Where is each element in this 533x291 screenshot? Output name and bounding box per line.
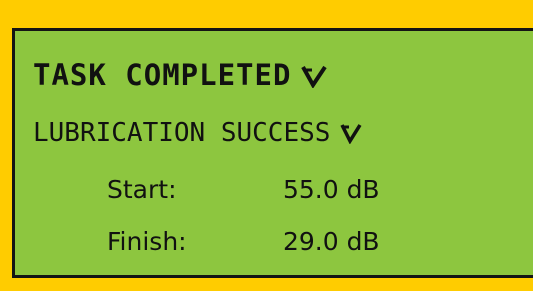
task-status-heading: TASK COMPLETED [33,58,328,92]
finish-reading-row: Finish: 29.0 dB [107,229,380,254]
start-reading-row: Start: 55.0 dB [107,177,380,202]
lcd-display: TASK COMPLETED LUBRICATION SUCCESS Start… [12,28,533,278]
device-frame: TASK COMPLETED LUBRICATION SUCCESS Start… [0,0,533,291]
task-status-text: TASK COMPLETED [33,58,292,92]
finish-value: 29.0 dB [282,227,380,256]
check-icon [301,64,328,88]
lubrication-status: LUBRICATION SUCCESS [33,120,362,146]
check-icon [340,122,362,144]
start-label: Start: [107,175,177,204]
start-value: 55.0 dB [282,175,380,204]
finish-label: Finish: [107,227,187,256]
lubrication-status-text: LUBRICATION SUCCESS [33,118,331,148]
